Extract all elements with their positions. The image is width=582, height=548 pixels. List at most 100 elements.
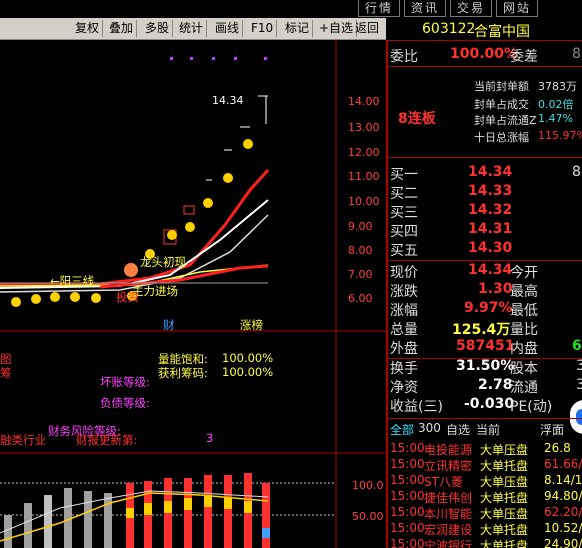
overlay-button[interactable]: 叠加 — [106, 20, 138, 37]
stat-value: 115.97% — [538, 129, 582, 142]
list-item[interactable]: 15:00 电投能源 大单压盘 26.8 — [388, 441, 582, 457]
bid-label: 买三 — [390, 205, 418, 221]
bid-label: 买一 — [390, 167, 418, 183]
high-price-label: 14.34 — [212, 94, 244, 107]
multi-stock-button[interactable]: 多股 — [142, 20, 174, 37]
bid-price: 14.30 — [468, 240, 513, 256]
tab-watchlist[interactable]: 自选 — [446, 421, 470, 438]
indicator-tick: 100.0 — [352, 479, 384, 492]
bid-label: 买四 — [390, 224, 418, 240]
quote2-value: 2.78 — [478, 377, 513, 393]
indicator-tick: 50.00 — [352, 510, 384, 523]
quote-label: 涨跌 — [390, 284, 418, 300]
list-item[interactable]: 15:00 捷佳伟创 大单托盘 94.80/ — [388, 489, 582, 505]
quote-label: 内盘 — [510, 341, 538, 357]
price-tick: 6.00 — [348, 292, 373, 305]
stat-label: 当前封单额 — [474, 80, 529, 93]
report-update-value: 3 — [206, 431, 214, 445]
restore-rights-button[interactable]: 复权 — [72, 20, 104, 37]
indicator-canvas — [0, 473, 336, 548]
menu-jiaoyi[interactable]: 交易 — [450, 0, 493, 17]
bid-price: 14.33 — [468, 183, 513, 199]
menu-zixun[interactable]: 资讯 — [404, 0, 447, 17]
alert-list: 15:00 电投能源 大单压盘 26.8 15:00 立讯精密 大单托盘 61.66/ 15… — [388, 439, 582, 548]
quote-label: 总量 — [390, 322, 418, 338]
report-update-label: 财报更新第: — [76, 433, 138, 447]
bid-price: 14.31 — [468, 221, 513, 237]
tab-all[interactable]: 全部 — [390, 421, 414, 438]
stock-name: 合富中国 — [474, 24, 530, 40]
quote-value: 6 — [572, 338, 582, 354]
kline-chart[interactable]: 14.00 13.00 12.00 11.00 10.00 9.00 8.00 … — [0, 40, 386, 548]
statistics-button[interactable]: 统计 — [176, 20, 208, 37]
quote-value: 125.4万 — [452, 322, 511, 338]
stock-code: 603122 — [422, 21, 476, 37]
liability-label: 负债等级: — [100, 396, 150, 410]
annotation-cai: 财 — [163, 318, 175, 332]
quote-label: 现价 — [390, 265, 418, 281]
industry-label: 融类行业 — [0, 433, 46, 447]
stat-value: 3783万 — [538, 80, 577, 93]
quote2-label: 换手 — [390, 361, 418, 377]
candles — [163, 95, 268, 245]
list-item[interactable]: 15:00 立讯精密 大单托盘 61.66/ — [388, 457, 582, 473]
quote-label: 涨幅 — [390, 303, 418, 319]
bid-volume: 8 — [572, 164, 581, 180]
bid-price: 14.34 — [468, 164, 513, 180]
annotation-zhangbang: 涨榜 — [240, 318, 263, 332]
quote-label: 今开 — [510, 265, 538, 281]
volume-saturation-value: 100.00% — [222, 351, 274, 365]
hot-marker — [124, 263, 138, 277]
chart-toolbar: 复权 叠加 多股 统计 画线 F10 标记 +自选 返回 — [0, 18, 386, 40]
quote2-label: 流通 — [510, 380, 538, 396]
quote2-label: 股本 — [510, 361, 538, 377]
profit-chips-value: 100.00% — [222, 365, 274, 379]
quote-label: 最低 — [510, 303, 538, 319]
price-tick: 13.00 — [348, 121, 380, 134]
quote-label: 量比 — [510, 322, 538, 338]
quote2-value: -0.030 — [464, 396, 515, 412]
quote-label: 最高 — [510, 284, 538, 300]
price-tick: 14.00 — [348, 95, 380, 108]
price-tick: 9.00 — [348, 220, 373, 233]
bid-label: 买二 — [390, 186, 418, 202]
stat-label: 十日总涨幅 — [474, 131, 529, 144]
add-watchlist-button[interactable]: +自选 — [316, 20, 358, 37]
quote-panel: 委比 100.00% 委差 8 8连板 当前封单额 3783万 封单占成交 0.… — [386, 40, 582, 548]
quote2-label: PE(动) — [510, 399, 553, 415]
bad-debt-label: 坏账等级: — [100, 375, 150, 389]
weicha-label: 委差 — [510, 49, 538, 65]
list-tabs: 全部 300 自选 当前 浮面 — [388, 418, 582, 438]
list-item[interactable]: 15:00 ST八菱 大单压盘 8.14/1 — [388, 473, 582, 489]
menu-hangqing[interactable]: 行情 — [358, 0, 401, 17]
price-tick: 7.00 — [348, 268, 373, 281]
signal-dots — [11, 139, 253, 307]
back-button[interactable]: 返回 — [352, 20, 382, 37]
indicator-bars — [4, 473, 270, 548]
menu-wangzhan[interactable]: 网站 — [496, 0, 539, 17]
list-item[interactable]: 15:00 宏润建设 大单托盘 10.52/ — [388, 521, 582, 537]
quote-value: 587451 — [456, 338, 515, 354]
mark-button[interactable]: 标记 — [282, 20, 314, 37]
price-tick: 12.00 — [348, 146, 380, 159]
price-tick: 10.00 — [348, 195, 380, 208]
list-item[interactable]: 15:00 本川智能 大单压盘 62.20/ — [388, 505, 582, 521]
annotation-sanyang: ←阳三线 — [50, 274, 95, 288]
tab-fumian[interactable]: 浮面 — [540, 421, 564, 438]
quote-value: 1.30 — [478, 281, 513, 297]
annotation-longtou: 龙头初现 — [140, 255, 186, 269]
top-dots — [170, 57, 267, 60]
annotation-touzi: 投资 — [116, 290, 139, 304]
list-item[interactable]: 15:00 宁波银行 大单托盘 24.90/ — [388, 537, 582, 548]
ticker-header: 603122 合富中国 — [386, 18, 582, 41]
draw-line-button[interactable]: 画线 — [212, 20, 244, 37]
tab-300[interactable]: 300 — [418, 421, 441, 435]
tab-current[interactable]: 当前 — [476, 421, 500, 438]
weibi-label: 委比 — [390, 49, 418, 65]
quote2-label: 收益(三) — [390, 399, 443, 415]
weicha-value: 8 — [572, 46, 581, 62]
price-tick: 11.00 — [348, 170, 380, 183]
f10-button[interactable]: F10 — [248, 20, 278, 37]
quote2-value: 3 — [576, 358, 582, 374]
mid-left-label: 筹 — [0, 366, 12, 380]
